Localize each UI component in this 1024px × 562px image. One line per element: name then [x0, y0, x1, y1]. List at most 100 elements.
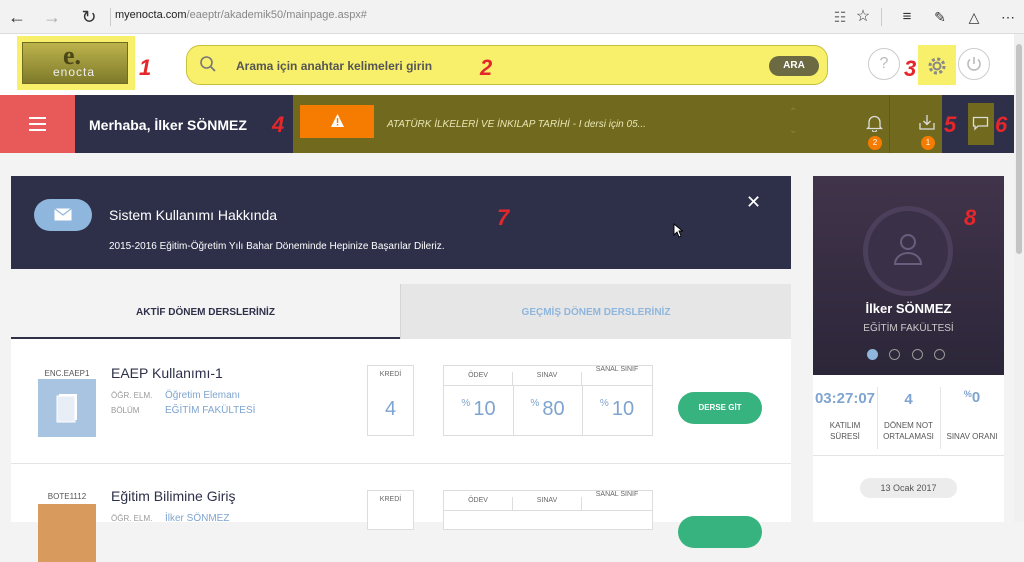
go-to-course-button[interactable]	[678, 516, 762, 548]
hub-icon[interactable]: ≡	[896, 6, 918, 28]
web-note-icon[interactable]: ✎	[929, 6, 951, 28]
course-thumbnail[interactable]	[38, 504, 96, 562]
browser-toolbar: ← → ↻ myenocta.com/eaeptr/akademik50/mai…	[0, 0, 1024, 34]
credit-label: KREDİ	[379, 496, 402, 503]
more-icon[interactable]: ⋯	[997, 6, 1019, 28]
exam-value: % 80	[513, 398, 582, 421]
user-icon	[893, 234, 923, 265]
menu-button[interactable]	[0, 95, 75, 153]
back-arrow-icon[interactable]: ←	[6, 6, 28, 28]
enocta-logo[interactable]: e. enocta	[17, 36, 135, 90]
course-list: ENC.EAEP1 EAEP Kullanımı-1 ÖĞR. ELM. Öğr…	[11, 339, 791, 562]
chevron-up-icon[interactable]: ⌃	[789, 107, 797, 118]
course-title[interactable]: EAEP Kullanımı-1	[111, 365, 223, 381]
percent-sign: %	[599, 398, 609, 409]
logout-button[interactable]	[958, 48, 990, 80]
annotation-1: 1	[139, 55, 152, 80]
credit-label: KREDİ	[379, 371, 402, 378]
virtual-class-percent: 10	[611, 398, 635, 420]
forward-arrow-icon[interactable]: →	[41, 6, 63, 28]
favorite-star-icon[interactable]: ☆	[852, 6, 874, 28]
calendar-date[interactable]: 13 Ocak 2017	[860, 478, 957, 498]
announcement-body: 2015-2016 Eğitim-Öğretim Yılı Bahar Döne…	[109, 241, 445, 252]
attendance-time: 03:27:07	[814, 390, 876, 407]
percent-sign: %	[963, 389, 972, 399]
annotation-3: 3	[904, 56, 917, 81]
course-tabs: AKTİF DÖNEM DERSLERİNİZ GEÇMİŞ DÖNEM DER…	[11, 284, 791, 339]
notifications-button[interactable]: 2	[860, 95, 889, 153]
tab-active-courses[interactable]: AKTİF DÖNEM DERSLERİNİZ	[11, 284, 400, 339]
carousel-dot[interactable]	[889, 349, 900, 360]
announcement-text[interactable]: ATATÜRK İLKELERİ VE İNKILAP TARİHİ - I d…	[387, 119, 646, 130]
refresh-icon[interactable]: ↻	[78, 6, 100, 28]
exam-percent: 80	[542, 398, 565, 420]
announcement-ticker[interactable]: ATATÜRK İLKELERİ VE İNKILAP TARİHİ - I d…	[293, 95, 889, 153]
percent-sign: %	[461, 398, 471, 409]
search-button[interactable]: ARA	[769, 56, 819, 76]
share-icon[interactable]: △	[963, 6, 985, 28]
divider	[881, 8, 882, 26]
course-title[interactable]: Eğitim Bilimine Giriş	[111, 488, 235, 504]
url-path: /eaeptr/akademik50/mainpage.aspx#	[186, 9, 367, 21]
course-row: ENC.EAEP1 EAEP Kullanımı-1 ÖĞR. ELM. Öğr…	[11, 339, 791, 464]
hamburger-icon	[29, 129, 46, 131]
downloads-button[interactable]: 1	[889, 95, 942, 153]
credit-box: KREDİ	[367, 490, 414, 530]
carousel-dot[interactable]	[912, 349, 923, 360]
exam-rate: %0	[940, 389, 1004, 406]
scrollbar-thumb[interactable]	[1016, 44, 1022, 254]
grade-weights-box: ÖDEV SINAV SANAL SINIF % 10 % 80 % 10	[443, 365, 653, 436]
attendance-label-line-1: KATILIM	[829, 421, 861, 430]
hamburger-icon	[29, 117, 46, 119]
help-button[interactable]: ?	[868, 48, 900, 80]
course-code: BOTE1112	[47, 492, 87, 501]
carousel-dot[interactable]	[934, 349, 945, 360]
address-bar[interactable]: myenocta.com/eaeptr/akademik50/mainpage.…	[115, 9, 367, 21]
chevron-down-icon[interactable]: ⌄	[789, 125, 797, 136]
search-icon	[200, 56, 216, 72]
homework-percent: 10	[473, 398, 496, 420]
stats-panel: 03:27:07 KATILIM SÜRESİ 4 DÖNEM NOT ORTALA…	[813, 375, 1004, 522]
mouse-cursor-icon	[673, 223, 683, 238]
envelope-icon	[54, 208, 72, 221]
greeting: Merhaba, İlker SÖNMEZ	[89, 117, 247, 133]
reading-view-icon[interactable]: ☷	[829, 6, 851, 28]
profile-name: İlker SÖNMEZ	[865, 301, 952, 316]
department-label: BÖLÜM	[111, 406, 140, 415]
exam-label: SINAV	[513, 372, 582, 386]
warning-icon	[331, 114, 344, 127]
grade-weights-box: ÖDEV SINAV SANAL SINIF	[443, 490, 653, 530]
annotation-8: 8	[964, 205, 977, 230]
credit-box: KREDİ 4	[367, 365, 414, 436]
settings-button[interactable]	[918, 45, 956, 85]
close-icon[interactable]: ✕	[746, 192, 761, 213]
gpa-label-line-2: ORTALAMASI	[883, 432, 934, 441]
course-thumbnail[interactable]	[38, 379, 96, 437]
url-domain: myenocta.com	[115, 9, 187, 21]
annotation-6: 6	[995, 112, 1008, 137]
virtual-class-value: % 10	[582, 398, 652, 421]
scrollbar[interactable]	[1014, 34, 1024, 522]
department-name: EĞİTİM FAKÜLTESİ	[165, 405, 256, 416]
go-to-course-button[interactable]: DERSE GİT	[678, 392, 762, 424]
teacher-name: Öğretim Elemanı	[165, 390, 241, 401]
gpa-label: DÖNEM NOT ORTALAMASI	[877, 420, 940, 442]
homework-label: ÖDEV	[444, 497, 513, 511]
search-bar[interactable]: Arama için anahtar kelimeleri girin ARA	[186, 45, 828, 85]
divider	[813, 455, 1004, 456]
course-code: ENC.EAEP1	[44, 369, 90, 378]
messages-button[interactable]	[968, 103, 994, 145]
gear-icon	[928, 57, 946, 75]
attendance-label-line-2: SÜRESİ	[830, 432, 860, 441]
power-icon	[967, 57, 981, 71]
annotation-5: 5	[944, 112, 957, 137]
avatar[interactable]	[863, 206, 953, 296]
tab-past-courses[interactable]: GEÇMİŞ DÖNEM DERSLERİNİZ	[400, 284, 791, 339]
carousel-dot-active[interactable]	[867, 349, 878, 360]
annotation-2: 2	[480, 55, 493, 80]
envelope-badge	[34, 199, 92, 231]
annotation-7: 7	[497, 205, 510, 230]
search-input[interactable]: Arama için anahtar kelimeleri girin	[236, 59, 432, 73]
notification-count-badge: 2	[868, 136, 882, 150]
chat-icon	[972, 116, 989, 131]
